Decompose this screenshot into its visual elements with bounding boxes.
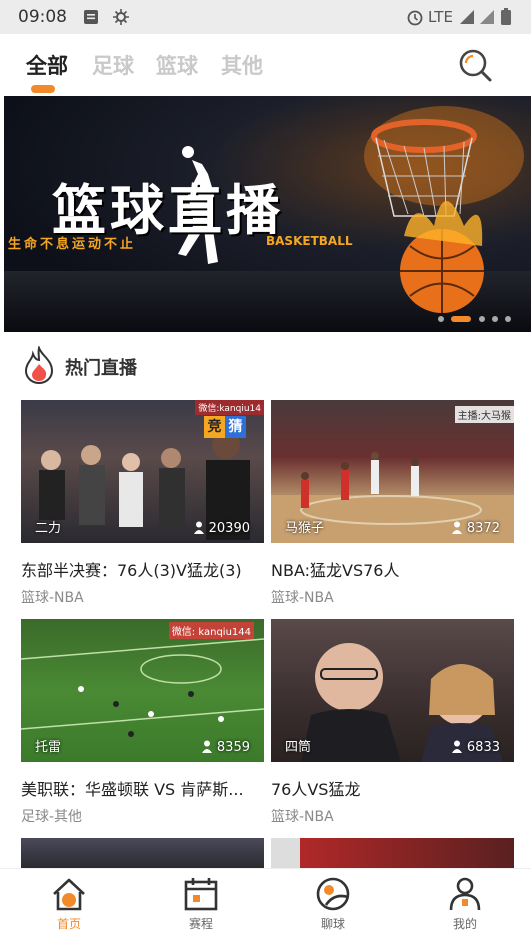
- carousel-dot[interactable]: [479, 316, 485, 322]
- viewer-icon: [451, 521, 462, 534]
- live-thumbnail-partial[interactable]: [271, 838, 514, 868]
- chat-ball-icon: [316, 877, 350, 911]
- nav-home[interactable]: 首页: [3, 869, 135, 936]
- nav-label: 赛程: [188, 917, 213, 931]
- viewer-icon: [451, 740, 462, 753]
- live-thumbnail[interactable]: 主播:大马猴 马猴子 8372: [271, 400, 514, 543]
- card-category: 足球-其他: [21, 809, 83, 825]
- live-card[interactable]: 微信: kanqiu144 托雷 8359 美职联：华盛顿联 VS 肯萨斯...…: [21, 619, 264, 834]
- carousel-dot[interactable]: [505, 316, 511, 322]
- viewer-count: 20390: [193, 521, 250, 536]
- notification-icon: [84, 10, 98, 24]
- nav-label: 首页: [56, 917, 81, 931]
- basketball-hoop-graphic: [364, 106, 524, 313]
- viewer-count-value: 8372: [466, 521, 500, 536]
- live-thumbnail[interactable]: 微信: kanqiu144 托雷 8359: [21, 619, 264, 762]
- live-thumbnail-partial[interactable]: [21, 838, 264, 868]
- streamer-name: 马猴子: [285, 521, 325, 536]
- carousel-dot[interactable]: [492, 316, 498, 322]
- signal-icon-2: [480, 10, 494, 24]
- signal-icon: [460, 10, 474, 24]
- nav-profile[interactable]: 我的: [399, 869, 531, 936]
- streamer-name: 托雷: [35, 740, 62, 755]
- banner-slogan: 生命不息运动不止: [8, 237, 137, 252]
- viewer-count-value: 20390: [208, 521, 250, 536]
- viewer-count: 6833: [451, 740, 500, 755]
- live-thumbnail[interactable]: 微信:kanqiu14 竞 猜 二力 20390: [21, 400, 264, 543]
- nav-label: 聊球: [320, 917, 345, 931]
- card-category: 篮球-NBA: [271, 590, 334, 606]
- tab-all[interactable]: 全部: [26, 50, 68, 80]
- section-title: 热门直播: [65, 358, 137, 379]
- banner-carousel[interactable]: 篮球直播 生命不息运动不止 BASKETBALL: [4, 96, 531, 332]
- watermark-text: 微信:kanqiu14: [195, 400, 264, 415]
- home-icon: [53, 878, 85, 911]
- status-time: 09:08: [18, 7, 67, 27]
- category-tabs: 全部 足球 篮球 其他: [0, 34, 531, 96]
- live-card[interactable]: 微信:kanqiu14 竞 猜 二力 20390 东部半决赛：76人(3)V猛龙…: [21, 400, 264, 615]
- profile-icon: [449, 877, 481, 911]
- guess-badge-char: 竞: [204, 416, 225, 438]
- carousel-dot[interactable]: [438, 316, 444, 322]
- tab-other[interactable]: 其他: [221, 50, 263, 80]
- watermark-text: 微信: kanqiu144: [168, 622, 254, 639]
- viewer-count-value: 6833: [466, 740, 500, 755]
- calendar-icon: [184, 878, 218, 911]
- search-icon[interactable]: [456, 46, 494, 84]
- viewer-count: 8372: [451, 521, 500, 536]
- card-category: 篮球-NBA: [271, 809, 334, 825]
- streamer-name: 二力: [35, 521, 62, 536]
- tab-football[interactable]: 足球: [92, 50, 134, 80]
- card-title[interactable]: NBA:猛龙VS76人: [271, 557, 514, 581]
- bottom-navigation: 首页 赛程 聊球 我的: [0, 868, 531, 936]
- tab-basketball[interactable]: 篮球: [156, 50, 198, 80]
- network-type: LTE: [428, 8, 453, 26]
- viewer-icon: [193, 521, 204, 534]
- nav-schedule[interactable]: 赛程: [135, 869, 267, 936]
- viewer-count: 8359: [201, 740, 250, 755]
- live-thumbnail[interactable]: 四筒 6833: [271, 619, 514, 762]
- card-category: 篮球-NBA: [21, 590, 84, 606]
- settings-notification-icon: [113, 9, 129, 25]
- live-card[interactable]: 主播:大马猴 马猴子 8372 NBA:猛龙VS76人 篮球-NBA: [271, 400, 514, 615]
- live-card[interactable]: 四筒 6833 76人VS猛龙 篮球-NBA: [271, 619, 514, 834]
- active-tab-indicator: [31, 85, 55, 93]
- alarm-icon: [407, 10, 423, 26]
- streamer-name: 四筒: [285, 740, 312, 755]
- nav-label: 我的: [452, 917, 477, 931]
- card-title[interactable]: 东部半决赛：76人(3)V猛龙(3): [21, 557, 264, 581]
- status-bar: 09:08 LTE: [0, 0, 531, 34]
- guess-badge-char: 猜: [225, 416, 246, 438]
- fire-icon: [24, 346, 54, 384]
- battery-icon: [501, 8, 511, 25]
- host-watermark: 主播:大马猴: [454, 406, 514, 423]
- viewer-icon: [201, 740, 212, 753]
- hot-live-section-header: 热门直播: [0, 342, 531, 388]
- card-title[interactable]: 美职联：华盛顿联 VS 肯萨斯...: [21, 776, 264, 800]
- guess-badge: 竞 猜: [204, 416, 246, 438]
- viewer-count-value: 8359: [216, 740, 250, 755]
- banner-subtitle: BASKETBALL: [266, 234, 353, 248]
- card-title[interactable]: 76人VS猛龙: [271, 776, 514, 800]
- carousel-dot-active[interactable]: [451, 316, 471, 322]
- nav-chat[interactable]: 聊球: [267, 869, 399, 936]
